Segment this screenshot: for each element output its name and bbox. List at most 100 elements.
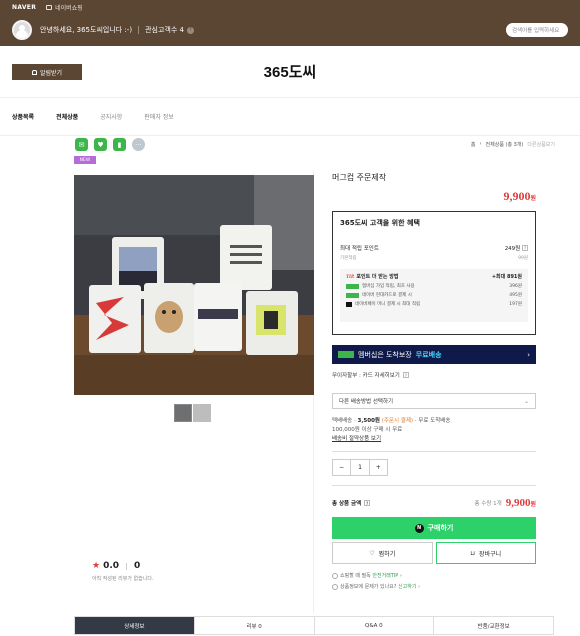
info-icon[interactable]: ? xyxy=(364,500,371,506)
tip-row-value: 495원 xyxy=(509,293,522,298)
rating-summary: ★ 0.0 0 xyxy=(92,561,140,571)
buy-label: 구매하기 xyxy=(427,524,454,532)
shipping-free-line: 100,000원 이상 구매 시 무료 xyxy=(332,427,403,433)
note-link[interactable]: 신고하기 › xyxy=(398,584,420,590)
tip-row[interactable]: 네이버페이 머니 결제 시 최대 적립 197원 xyxy=(346,301,522,307)
divider xyxy=(138,26,140,34)
thumbnail-2[interactable] xyxy=(193,404,211,422)
shopping-bag-icon xyxy=(46,4,53,10)
chevron-right-icon: › xyxy=(527,350,530,359)
minus-button[interactable]: − xyxy=(333,464,350,471)
shipping-link[interactable]: 배송비 절약상품 보기 xyxy=(332,435,450,444)
store-header: 알림받기 365도씨 xyxy=(0,46,580,98)
bookmark-icon[interactable]: ▮ xyxy=(113,138,126,151)
review-count[interactable]: 0 xyxy=(134,561,140,571)
talk-icon[interactable]: ✉ xyxy=(75,138,88,151)
global-top-bar: NAVER 네이버쇼핑 xyxy=(0,0,580,14)
info-circle-icon xyxy=(332,583,338,590)
basic-point-row: 기본적립 99원 xyxy=(340,255,528,261)
cart-icon: ⊔ xyxy=(470,549,476,557)
note-link[interactable]: 안전거래TIP › xyxy=(372,573,402,579)
buy-button[interactable]: N 구매하기 xyxy=(332,517,536,539)
menu-item-all[interactable]: 전체상품 xyxy=(56,112,78,121)
breadcrumb-tail[interactable]: 다른상품보기 xyxy=(527,141,555,148)
product-main-image[interactable] xyxy=(74,175,314,395)
more-icon[interactable]: ··· xyxy=(132,138,145,151)
naver-shopping-link[interactable]: 네이버쇼핑 xyxy=(46,3,83,12)
cart-button[interactable]: ⊔ 장바구니 xyxy=(435,542,536,564)
benefit-title: 365도씨 고객을 위한 혜택 xyxy=(340,219,420,227)
store-menu: 상품목록 전체상품 공지사항 판매자 정보 xyxy=(0,98,580,136)
heart-icon: ♡ xyxy=(369,549,375,557)
shipping-method-select[interactable]: 다른 배송방법 선택하기 ⌄ xyxy=(332,393,536,409)
basic-point-value: 99원 xyxy=(518,256,528,261)
help-icon[interactable]: ? xyxy=(186,26,194,34)
shipping-region: · 무료 도착배송 xyxy=(414,418,451,424)
alarm-button[interactable]: 알림받기 xyxy=(12,64,82,80)
price-currency: 원 xyxy=(530,196,536,202)
membership-banner[interactable]: 멤버십은 도착보장 무료배송 › xyxy=(332,345,536,364)
tab-qna[interactable]: Q&A 0 xyxy=(313,617,434,634)
total-count: 총 수량 1개 xyxy=(474,501,502,507)
payment-line[interactable]: 무이자할부 : 카드 자세히보기 ? xyxy=(332,371,409,379)
new-badge: NEW xyxy=(74,156,96,164)
shipping-method-value: 다른 배송방법 선택하기 xyxy=(339,399,394,405)
shipping-fee-line: 택배배송 · 3,500원 (주문시 결제) · 무료 도착배송 xyxy=(332,418,451,424)
info-icon[interactable]: ? xyxy=(522,245,528,251)
tip-label: TIP. xyxy=(346,275,355,280)
menu-item-seller[interactable]: 판매자 정보 xyxy=(144,112,174,121)
naver-logo[interactable]: NAVER xyxy=(12,4,36,11)
breadcrumb-home[interactable]: 홈 xyxy=(471,141,476,148)
wish-label: 찜하기 xyxy=(378,550,396,558)
menu-item-products[interactable]: 상품목록 xyxy=(12,112,34,121)
cart-label: 장바구니 xyxy=(479,550,502,558)
tip-row-value: 396원 xyxy=(509,284,522,289)
shipping-cond: (주문시 결제) xyxy=(381,418,414,424)
total-price: 9,900원 xyxy=(506,497,536,509)
menu-item-notice[interactable]: 공지사항 xyxy=(100,112,122,121)
membership-badge-icon xyxy=(346,283,359,289)
quantity-value[interactable]: 1 xyxy=(350,460,370,475)
plus-button[interactable]: + xyxy=(370,464,387,471)
total-row: 총 상품 금액 ? 총 수량 1개 9,900원 xyxy=(332,497,536,509)
like-icon[interactable]: ♥ xyxy=(94,138,107,151)
total-currency: 원 xyxy=(530,502,536,508)
quantity-stepper: − 1 + xyxy=(332,459,388,476)
greeting-text: 안녕하세요, 365도씨입니다 :-) xyxy=(40,26,133,34)
tip-text: 포인트 더 받는 방법 xyxy=(356,274,399,280)
max-point-amount: 249원 xyxy=(504,246,521,252)
mug-photo-svg xyxy=(74,175,314,395)
divider xyxy=(126,562,128,570)
info-icon[interactable]: ? xyxy=(402,372,409,378)
star-icon: ★ xyxy=(92,561,101,571)
alarm-label: 알림받기 xyxy=(39,69,63,77)
note-text: 쇼핑할 때 필독 xyxy=(340,573,373,579)
info-circle-icon xyxy=(332,572,338,579)
tab-review[interactable]: 리뷰 0 xyxy=(193,617,314,634)
basic-point-label: 기본적립 xyxy=(340,256,357,261)
price-value: 9,900 xyxy=(503,189,531,203)
store-avatar[interactable] xyxy=(12,20,32,40)
rating-note: 아직 작성된 리뷰가 없습니다. xyxy=(92,576,154,582)
detail-tabs: 상세정보 리뷰 0 Q&A 0 반품/교환정보 xyxy=(74,616,554,635)
max-point-label: 최대 적립 포인트 xyxy=(340,246,379,252)
tip-row[interactable]: 네이버 현대카드로 결제 시 495원 xyxy=(346,292,522,298)
tip-row[interactable]: 멤버십 가입 적립, 최초 사용 396원 xyxy=(346,283,522,289)
breadcrumb-category[interactable]: 전체상품 (총 3개) xyxy=(486,141,524,148)
breadcrumb: 홈 › 전체상품 (총 3개) 다른상품보기 xyxy=(471,141,555,148)
tab-return[interactable]: 반품/교환정보 xyxy=(433,617,553,634)
store-title[interactable]: 365도씨 xyxy=(264,61,317,82)
total-price-value: 9,900 xyxy=(505,497,531,509)
product-gallery: ★ 0.0 0 아직 작성된 리뷰가 없습니다. xyxy=(74,171,314,613)
secondary-buttons: ♡ 찜하기 ⊔ 장바구니 xyxy=(332,542,536,564)
payment-text: 무이자할부 : 카드 자세히보기 xyxy=(332,373,400,379)
tip-label-group: TIP. 포인트 더 받는 방법 xyxy=(346,273,398,280)
divider xyxy=(332,485,536,486)
thumbnail-1[interactable] xyxy=(174,404,192,422)
shipping-label: 택배배송 xyxy=(332,418,353,424)
product-price: 9,900원 xyxy=(503,189,536,204)
tab-detail[interactable]: 상세정보 xyxy=(75,617,194,634)
free-shipping-text: 무료배송 xyxy=(415,350,442,359)
search-input[interactable]: 검색어를 입력하세요 xyxy=(506,23,568,37)
wish-button[interactable]: ♡ 찜하기 xyxy=(332,542,433,564)
